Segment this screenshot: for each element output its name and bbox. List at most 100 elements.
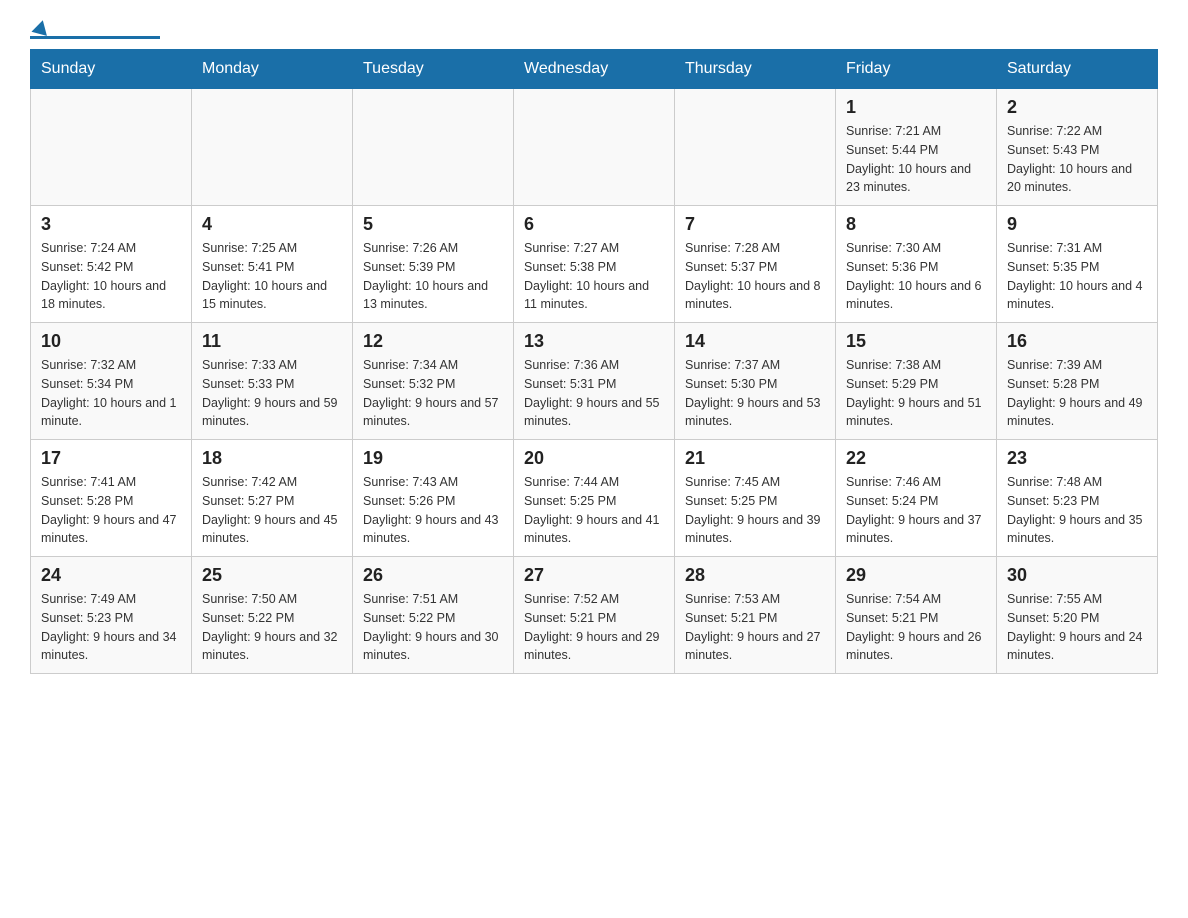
day-number: 9 xyxy=(1007,214,1147,235)
calendar-cell: 2 Sunrise: 7:22 AM Sunset: 5:43 PM Daylig… xyxy=(997,89,1158,206)
calendar-cell: 22 Sunrise: 7:46 AM Sunset: 5:24 PM Dayli… xyxy=(836,440,997,557)
calendar-cell: 21 Sunrise: 7:45 AM Sunset: 5:25 PM Dayli… xyxy=(675,440,836,557)
calendar-cell: 14Sunrise: 7:37 AM Sunset: 5:30 PM Dayli… xyxy=(675,323,836,440)
calendar-cell: 1 Sunrise: 7:21 AM Sunset: 5:44 PM Daylig… xyxy=(836,89,997,206)
day-number: 3 xyxy=(41,214,181,235)
header-tuesday: Tuesday xyxy=(353,50,514,89)
day-number: 6 xyxy=(524,214,664,235)
day-number: 2 xyxy=(1007,97,1147,118)
day-number: 11 xyxy=(202,331,342,352)
header-wednesday: Wednesday xyxy=(514,50,675,89)
logo-triangle-icon xyxy=(31,18,50,36)
calendar-cell xyxy=(353,89,514,206)
day-info: Sunrise: 7:38 AM Sunset: 5:29 PM Dayligh… xyxy=(846,356,986,431)
day-info: Sunrise: 7:52 AM Sunset: 5:21 PM Dayligh… xyxy=(524,590,664,665)
day-number: 13 xyxy=(524,331,664,352)
day-number: 21 xyxy=(685,448,825,469)
header-saturday: Saturday xyxy=(997,50,1158,89)
day-number: 20 xyxy=(524,448,664,469)
calendar-cell: 23 Sunrise: 7:48 AM Sunset: 5:23 PM Dayli… xyxy=(997,440,1158,557)
calendar-week-row: 3 Sunrise: 7:24 AM Sunset: 5:42 PM Daylig… xyxy=(31,206,1158,323)
calendar-cell: 3 Sunrise: 7:24 AM Sunset: 5:42 PM Daylig… xyxy=(31,206,192,323)
day-number: 7 xyxy=(685,214,825,235)
day-number: 16 xyxy=(1007,331,1147,352)
day-number: 4 xyxy=(202,214,342,235)
day-number: 22 xyxy=(846,448,986,469)
day-number: 8 xyxy=(846,214,986,235)
calendar-week-row: 17Sunrise: 7:41 AM Sunset: 5:28 PM Dayli… xyxy=(31,440,1158,557)
calendar-cell: 25 Sunrise: 7:50 AM Sunset: 5:22 PM Dayli… xyxy=(192,557,353,674)
day-number: 25 xyxy=(202,565,342,586)
day-info: Sunrise: 7:49 AM Sunset: 5:23 PM Dayligh… xyxy=(41,590,181,665)
day-number: 27 xyxy=(524,565,664,586)
day-info: Sunrise: 7:30 AM Sunset: 5:36 PM Dayligh… xyxy=(846,239,986,314)
calendar-cell: 24 Sunrise: 7:49 AM Sunset: 5:23 PM Dayli… xyxy=(31,557,192,674)
calendar-cell: 18 Sunrise: 7:42 AM Sunset: 5:27 PM Dayli… xyxy=(192,440,353,557)
day-info: Sunrise: 7:32 AM Sunset: 5:34 PM Dayligh… xyxy=(41,356,181,431)
calendar-cell xyxy=(31,89,192,206)
header-sunday: Sunday xyxy=(31,50,192,89)
day-info: Sunrise: 7:45 AM Sunset: 5:25 PM Dayligh… xyxy=(685,473,825,548)
day-info: Sunrise: 7:36 AM Sunset: 5:31 PM Dayligh… xyxy=(524,356,664,431)
day-info: Sunrise: 7:25 AM Sunset: 5:41 PM Dayligh… xyxy=(202,239,342,314)
day-info: Sunrise: 7:42 AM Sunset: 5:27 PM Dayligh… xyxy=(202,473,342,548)
calendar-week-row: 10 Sunrise: 7:32 AM Sunset: 5:34 PM Dayli… xyxy=(31,323,1158,440)
calendar-cell: 12Sunrise: 7:34 AM Sunset: 5:32 PM Dayli… xyxy=(353,323,514,440)
day-info: Sunrise: 7:33 AM Sunset: 5:33 PM Dayligh… xyxy=(202,356,342,431)
calendar-header-row: SundayMondayTuesdayWednesdayThursdayFrid… xyxy=(31,50,1158,89)
calendar-cell: 27 Sunrise: 7:52 AM Sunset: 5:21 PM Dayli… xyxy=(514,557,675,674)
page-header xyxy=(30,20,1158,39)
calendar-cell: 10 Sunrise: 7:32 AM Sunset: 5:34 PM Dayli… xyxy=(31,323,192,440)
calendar-cell: 13 Sunrise: 7:36 AM Sunset: 5:31 PM Dayli… xyxy=(514,323,675,440)
calendar-cell: 28Sunrise: 7:53 AM Sunset: 5:21 PM Dayli… xyxy=(675,557,836,674)
day-info: Sunrise: 7:34 AM Sunset: 5:32 PM Dayligh… xyxy=(363,356,503,431)
day-info: Sunrise: 7:46 AM Sunset: 5:24 PM Dayligh… xyxy=(846,473,986,548)
header-friday: Friday xyxy=(836,50,997,89)
calendar-cell: 26Sunrise: 7:51 AM Sunset: 5:22 PM Dayli… xyxy=(353,557,514,674)
day-info: Sunrise: 7:39 AM Sunset: 5:28 PM Dayligh… xyxy=(1007,356,1147,431)
calendar-week-row: 1 Sunrise: 7:21 AM Sunset: 5:44 PM Daylig… xyxy=(31,89,1158,206)
calendar-cell: 5Sunrise: 7:26 AM Sunset: 5:39 PM Daylig… xyxy=(353,206,514,323)
day-info: Sunrise: 7:31 AM Sunset: 5:35 PM Dayligh… xyxy=(1007,239,1147,314)
day-info: Sunrise: 7:21 AM Sunset: 5:44 PM Dayligh… xyxy=(846,122,986,197)
calendar-cell: 9 Sunrise: 7:31 AM Sunset: 5:35 PM Daylig… xyxy=(997,206,1158,323)
calendar-cell xyxy=(192,89,353,206)
day-number: 29 xyxy=(846,565,986,586)
calendar-cell xyxy=(675,89,836,206)
day-info: Sunrise: 7:22 AM Sunset: 5:43 PM Dayligh… xyxy=(1007,122,1147,197)
day-info: Sunrise: 7:24 AM Sunset: 5:42 PM Dayligh… xyxy=(41,239,181,314)
day-info: Sunrise: 7:48 AM Sunset: 5:23 PM Dayligh… xyxy=(1007,473,1147,548)
calendar-cell: 20 Sunrise: 7:44 AM Sunset: 5:25 PM Dayli… xyxy=(514,440,675,557)
calendar-cell: 8 Sunrise: 7:30 AM Sunset: 5:36 PM Daylig… xyxy=(836,206,997,323)
calendar-table: SundayMondayTuesdayWednesdayThursdayFrid… xyxy=(30,49,1158,674)
day-info: Sunrise: 7:43 AM Sunset: 5:26 PM Dayligh… xyxy=(363,473,503,548)
day-number: 5 xyxy=(363,214,503,235)
day-number: 10 xyxy=(41,331,181,352)
day-number: 30 xyxy=(1007,565,1147,586)
calendar-cell: 15Sunrise: 7:38 AM Sunset: 5:29 PM Dayli… xyxy=(836,323,997,440)
calendar-cell: 11 Sunrise: 7:33 AM Sunset: 5:33 PM Dayli… xyxy=(192,323,353,440)
day-number: 28 xyxy=(685,565,825,586)
day-info: Sunrise: 7:37 AM Sunset: 5:30 PM Dayligh… xyxy=(685,356,825,431)
calendar-cell: 19Sunrise: 7:43 AM Sunset: 5:26 PM Dayli… xyxy=(353,440,514,557)
day-number: 18 xyxy=(202,448,342,469)
calendar-week-row: 24 Sunrise: 7:49 AM Sunset: 5:23 PM Dayli… xyxy=(31,557,1158,674)
logo-underline xyxy=(30,36,160,39)
calendar-cell: 4 Sunrise: 7:25 AM Sunset: 5:41 PM Daylig… xyxy=(192,206,353,323)
calendar-cell: 17Sunrise: 7:41 AM Sunset: 5:28 PM Dayli… xyxy=(31,440,192,557)
day-info: Sunrise: 7:51 AM Sunset: 5:22 PM Dayligh… xyxy=(363,590,503,665)
logo xyxy=(30,20,160,39)
day-number: 1 xyxy=(846,97,986,118)
day-number: 24 xyxy=(41,565,181,586)
header-thursday: Thursday xyxy=(675,50,836,89)
day-info: Sunrise: 7:28 AM Sunset: 5:37 PM Dayligh… xyxy=(685,239,825,314)
day-info: Sunrise: 7:50 AM Sunset: 5:22 PM Dayligh… xyxy=(202,590,342,665)
calendar-cell: 7 Sunrise: 7:28 AM Sunset: 5:37 PM Daylig… xyxy=(675,206,836,323)
calendar-cell: 16 Sunrise: 7:39 AM Sunset: 5:28 PM Dayli… xyxy=(997,323,1158,440)
calendar-cell xyxy=(514,89,675,206)
day-info: Sunrise: 7:44 AM Sunset: 5:25 PM Dayligh… xyxy=(524,473,664,548)
day-info: Sunrise: 7:55 AM Sunset: 5:20 PM Dayligh… xyxy=(1007,590,1147,665)
day-number: 23 xyxy=(1007,448,1147,469)
calendar-cell: 30 Sunrise: 7:55 AM Sunset: 5:20 PM Dayli… xyxy=(997,557,1158,674)
day-number: 17 xyxy=(41,448,181,469)
